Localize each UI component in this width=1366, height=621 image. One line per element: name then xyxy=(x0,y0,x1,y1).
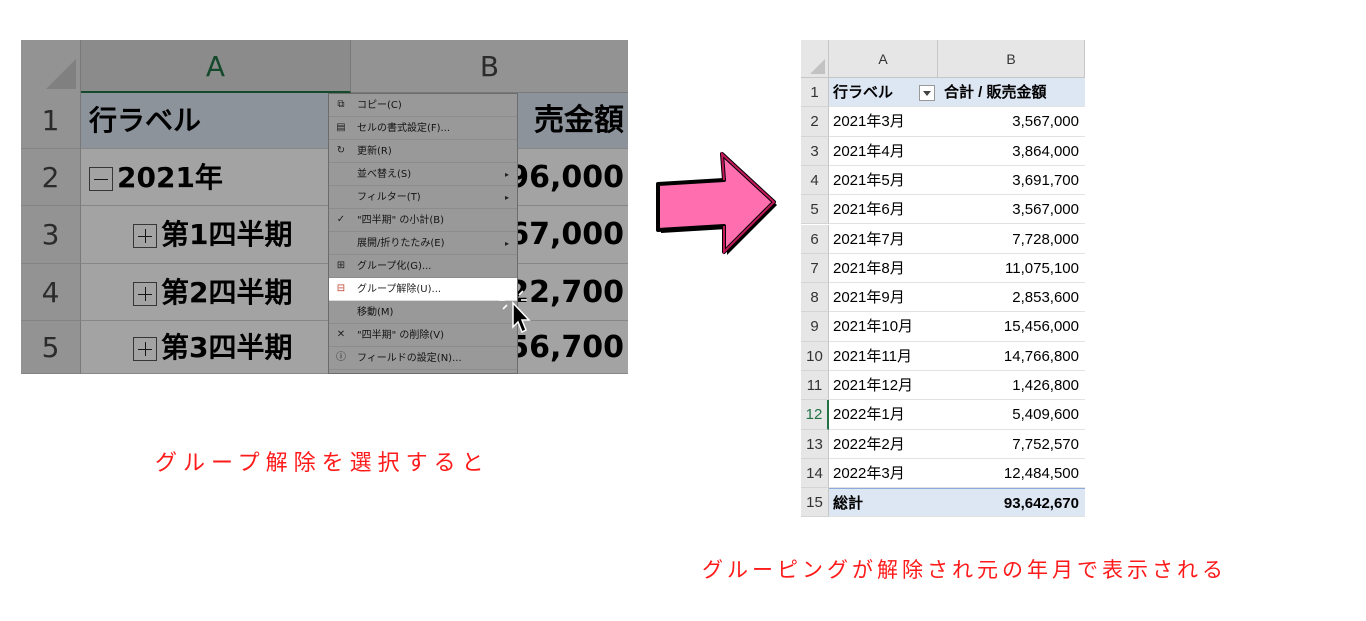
value-cell[interactable]: 14,766,800 xyxy=(938,342,1085,371)
month-cell[interactable]: 2021年11月 xyxy=(829,342,938,371)
menu-item-move[interactable]: 移動(M) xyxy=(329,301,517,324)
format-cells-icon: ▤ xyxy=(336,122,346,133)
pivot-header-row: 1 行ラベル 合計 / 販売金額 xyxy=(801,78,1085,108)
field-settings-icon: ⓘ xyxy=(336,352,346,363)
month-cell[interactable]: 2021年9月 xyxy=(829,283,938,313)
month-cell[interactable]: 2021年8月 xyxy=(829,254,938,284)
menu-item-subtotal[interactable]: ✓ "四半期" の小計(B) xyxy=(329,209,517,232)
table-row: 2 2021年3月 3,567,000 xyxy=(801,107,1085,137)
value-cell[interactable]: 3,864,000 xyxy=(938,137,1085,166)
excel-zoomed-view: A B 1 行ラベル 売金額 2 2021年 96,000 3 第1四半期 67… xyxy=(21,40,628,374)
value-cell[interactable]: 3,567,000 xyxy=(938,195,1085,225)
submenu-arrow-icon: ▸ xyxy=(504,239,509,248)
value-cell[interactable]: 1,426,800 xyxy=(938,371,1085,401)
menu-item-sort[interactable]: 並べ替え(S) ▸ xyxy=(329,163,517,186)
menu-item-group[interactable]: ⊞ グループ化(G)... xyxy=(329,255,517,278)
month-cell[interactable]: 2021年4月 xyxy=(829,137,938,166)
grand-total-label[interactable]: 総計 xyxy=(829,488,938,518)
column-header-b[interactable]: B xyxy=(938,40,1085,78)
context-menu: ⧉ コピー(C) ▤ セルの書式設定(F)... ↻ 更新(R) 並べ替え(S) ▸ フ… xyxy=(328,93,518,374)
row-number[interactable]: 2 xyxy=(801,107,829,137)
row-number[interactable]: 10 xyxy=(801,341,829,371)
table-row: 7 2021年8月 11,075,100 xyxy=(801,253,1085,284)
table-row: 5 2021年6月 3,567,000 xyxy=(801,195,1085,225)
select-all-corner[interactable] xyxy=(801,40,829,78)
table-row: 4 2021年5月 3,691,700 xyxy=(801,165,1085,196)
month-cell[interactable]: 2022年2月 xyxy=(829,430,938,459)
filter-dropdown-icon[interactable] xyxy=(919,85,935,101)
right-arrow-icon xyxy=(656,151,777,255)
mouse-cursor-icon xyxy=(499,287,531,334)
caption-result: グルーピングが解除され元の年月で表示される xyxy=(702,558,1227,582)
group-icon: ⊞ xyxy=(336,260,346,271)
row-number[interactable]: 8 xyxy=(801,283,829,313)
table-row: 13 2022年2月 7,752,570 xyxy=(801,429,1085,459)
ungroup-icon: ⊟ xyxy=(336,283,346,294)
row-number[interactable]: 5 xyxy=(801,195,829,225)
grand-total-value[interactable]: 93,642,670 xyxy=(938,488,1085,518)
value-cell[interactable]: 7,728,000 xyxy=(938,225,1085,254)
row-number[interactable]: 4 xyxy=(801,165,829,196)
row-number[interactable]: 9 xyxy=(801,312,829,342)
month-cell[interactable]: 2022年1月 xyxy=(829,400,938,430)
caption-select-ungroup: グループ解除を選択すると xyxy=(155,451,490,476)
tutorial-figure: A B 1 行ラベル 売金額 2 2021年 96,000 3 第1四半期 67… xyxy=(0,0,1366,621)
row-number[interactable]: 15 xyxy=(801,488,829,518)
row-number[interactable]: 3 xyxy=(801,136,829,166)
table-row: 8 2021年9月 2,853,600 xyxy=(801,283,1085,313)
grand-total-row: 15 総計 93,642,670 xyxy=(801,488,1085,518)
value-cell[interactable]: 3,567,000 xyxy=(938,107,1085,137)
delete-x-icon: ✕ xyxy=(336,329,346,340)
menu-item-ungroup[interactable]: ⊟ グループ解除(U)... xyxy=(329,278,517,301)
row-label-header[interactable]: 行ラベル xyxy=(829,78,938,108)
value-cell[interactable]: 11,075,100 xyxy=(938,254,1085,284)
menu-item-refresh[interactable]: ↻ 更新(R) xyxy=(329,140,517,163)
menu-item-field-settings[interactable]: ⓘ フィールドの設定(N)... xyxy=(329,347,517,370)
menu-item-format-cells[interactable]: ▤ セルの書式設定(F)... xyxy=(329,117,517,140)
refresh-icon: ↻ xyxy=(336,145,346,156)
submenu-arrow-icon: ▸ xyxy=(504,170,509,179)
value-cell[interactable]: 5,409,600 xyxy=(938,400,1085,430)
table-row: 11 2021年12月 1,426,800 xyxy=(801,371,1085,401)
menu-item-expand-collapse[interactable]: 展開/折りたたみ(E) ▸ xyxy=(329,232,517,255)
menu-item-remove-field[interactable]: ✕ "四半期" の削除(V) xyxy=(329,324,517,347)
table-row: 14 2022年3月 12,484,500 xyxy=(801,458,1085,489)
month-cell[interactable]: 2021年6月 xyxy=(829,195,938,225)
dim-overlay xyxy=(21,40,628,374)
month-cell[interactable]: 2021年12月 xyxy=(829,371,938,401)
column-header-a[interactable]: A xyxy=(829,40,938,78)
month-cell[interactable]: 2021年3月 xyxy=(829,107,938,137)
table-row: 10 2021年11月 14,766,800 xyxy=(801,341,1085,371)
row-number[interactable]: 12 xyxy=(801,400,829,430)
value-cell[interactable]: 2,853,600 xyxy=(938,283,1085,313)
month-cell[interactable]: 2021年7月 xyxy=(829,225,938,254)
sum-header[interactable]: 合計 / 販売金額 xyxy=(938,78,1085,108)
value-cell[interactable]: 7,752,570 xyxy=(938,430,1085,459)
month-cell[interactable]: 2021年5月 xyxy=(829,166,938,196)
row-number[interactable]: 11 xyxy=(801,371,829,401)
month-cell[interactable]: 2021年10月 xyxy=(829,312,938,342)
check-icon: ✓ xyxy=(336,214,346,225)
month-cell[interactable]: 2022年3月 xyxy=(829,459,938,489)
value-cell[interactable]: 12,484,500 xyxy=(938,459,1085,489)
excel-pivot-result: A B 1 行ラベル 合計 / 販売金額 2 2021年3月 3,567,000 3… xyxy=(801,40,1085,518)
row-number[interactable]: 13 xyxy=(801,429,829,459)
value-cell[interactable]: 15,456,000 xyxy=(938,312,1085,342)
row-number[interactable]: 14 xyxy=(801,458,829,489)
table-row: 12 2022年1月 5,409,600 xyxy=(801,400,1085,430)
menu-item-copy[interactable]: ⧉ コピー(C) xyxy=(329,94,517,117)
menu-item-filter[interactable]: フィルター(T) ▸ xyxy=(329,186,517,209)
row-number[interactable]: 7 xyxy=(801,253,829,284)
submenu-arrow-icon: ▸ xyxy=(504,193,509,202)
row-number[interactable]: 6 xyxy=(801,224,829,254)
row-number[interactable]: 1 xyxy=(801,78,829,108)
table-row: 3 2021年4月 3,864,000 xyxy=(801,136,1085,166)
table-row: 6 2021年7月 7,728,000 xyxy=(801,224,1085,254)
table-row: 9 2021年10月 15,456,000 xyxy=(801,312,1085,342)
copy-icon: ⧉ xyxy=(337,99,345,110)
value-cell[interactable]: 3,691,700 xyxy=(938,166,1085,196)
